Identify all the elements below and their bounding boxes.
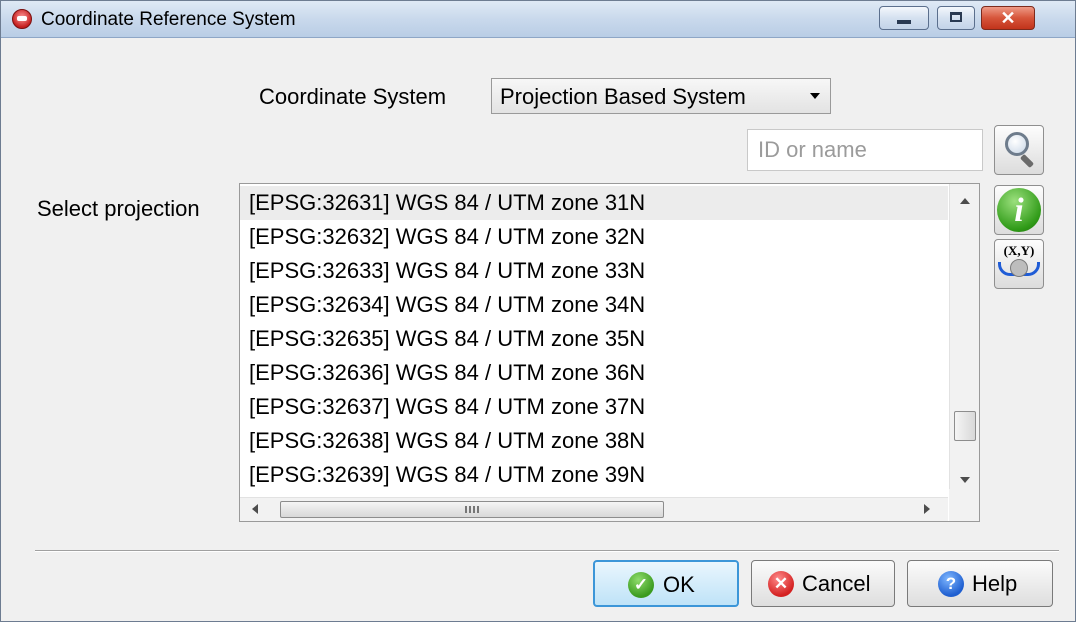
check-icon: ✓ <box>628 572 654 598</box>
info-button[interactable]: i <box>994 185 1044 235</box>
projection-list-item[interactable]: [EPSG:32632] WGS 84 / UTM zone 32N <box>240 220 948 254</box>
chevron-down-icon <box>810 93 820 99</box>
minimize-icon <box>897 20 911 24</box>
divider <box>35 550 1059 552</box>
crs-dialog: Coordinate Reference System ✕ Coordinate… <box>0 0 1076 622</box>
ok-button[interactable]: ✓ OK <box>593 560 739 607</box>
scrollbar-corner <box>949 489 979 521</box>
scroll-right-icon[interactable] <box>924 504 930 514</box>
scroll-down-icon[interactable] <box>960 477 970 483</box>
horizontal-scrollbar[interactable] <box>240 497 948 521</box>
grip-icon <box>465 506 479 513</box>
search-button[interactable] <box>994 125 1044 175</box>
xy-coordinates-icon: (X,Y) <box>1003 243 1035 258</box>
minimize-button[interactable] <box>879 6 929 30</box>
scroll-left-icon[interactable] <box>252 504 258 514</box>
vertical-scroll-thumb[interactable] <box>954 411 976 441</box>
window-title: Coordinate Reference System <box>41 9 296 30</box>
select-projection-label: Select projection <box>37 196 200 221</box>
globe-icon <box>1010 259 1028 277</box>
app-icon <box>12 9 32 29</box>
maximize-icon <box>950 12 962 22</box>
projection-list-viewport: [EPSG:32631] WGS 84 / UTM zone 31N [EPSG:… <box>240 184 948 497</box>
projection-list-item[interactable]: [EPSG:32631] WGS 84 / UTM zone 31N <box>240 186 948 220</box>
search-icon <box>1005 132 1029 156</box>
projection-list-item[interactable]: [EPSG:32634] WGS 84 / UTM zone 34N <box>240 288 948 322</box>
help-button[interactable]: ? Help <box>907 560 1053 607</box>
search-input[interactable] <box>747 129 983 171</box>
coordinate-system-label: Coordinate System <box>259 84 447 109</box>
projection-list-item[interactable]: [EPSG:32633] WGS 84 / UTM zone 33N <box>240 254 948 288</box>
cancel-button[interactable]: ✕ Cancel <box>751 560 895 607</box>
coordinates-button[interactable]: (X,Y) <box>994 239 1044 289</box>
coordinate-system-select[interactable]: Projection Based System <box>491 78 831 114</box>
cancel-icon: ✕ <box>768 571 794 597</box>
cancel-label: Cancel <box>802 571 871 596</box>
projection-list-item[interactable]: [EPSG:32635] WGS 84 / UTM zone 35N <box>240 322 948 356</box>
maximize-button[interactable] <box>937 6 975 30</box>
coordinate-system-value: Projection Based System <box>500 84 746 109</box>
projection-list[interactable]: [EPSG:32631] WGS 84 / UTM zone 31N [EPSG:… <box>239 183 980 522</box>
projection-list-item[interactable]: [EPSG:32637] WGS 84 / UTM zone 37N <box>240 390 948 424</box>
ok-label: OK <box>663 572 695 597</box>
vertical-scrollbar[interactable] <box>949 184 979 489</box>
projection-list-item[interactable]: [EPSG:32638] WGS 84 / UTM zone 38N <box>240 424 948 458</box>
info-icon: i <box>997 188 1041 232</box>
info-glyph: i <box>1014 192 1024 229</box>
help-label: Help <box>972 571 1018 596</box>
help-icon: ? <box>938 571 964 597</box>
projection-list-item[interactable]: [EPSG:32639] WGS 84 / UTM zone 39N <box>240 458 948 492</box>
scroll-up-icon[interactable] <box>960 198 970 204</box>
projection-list-item[interactable]: [EPSG:32636] WGS 84 / UTM zone 36N <box>240 356 948 390</box>
close-button[interactable]: ✕ <box>981 6 1035 30</box>
search-icon-handle <box>1019 153 1035 169</box>
close-icon: ✕ <box>1000 8 1016 28</box>
horizontal-scroll-thumb[interactable] <box>280 501 664 518</box>
title-bar[interactable]: Coordinate Reference System ✕ <box>1 1 1075 38</box>
